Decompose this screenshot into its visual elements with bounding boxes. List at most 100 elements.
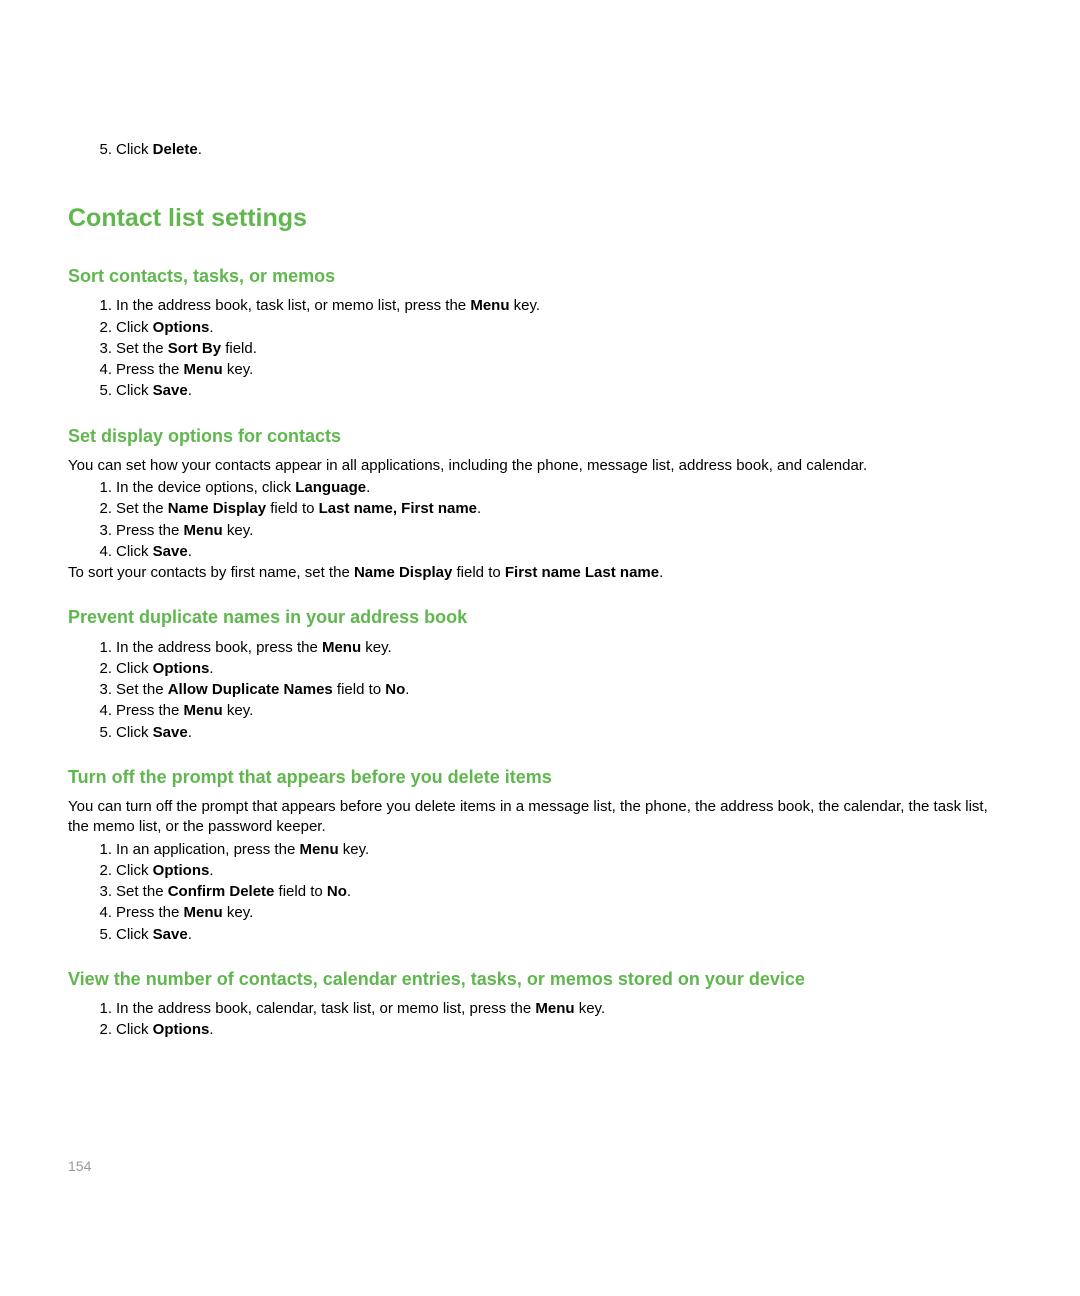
section-intro: You can turn off the prompt that appears…	[68, 797, 1012, 838]
text-post: key.	[223, 904, 254, 921]
text-pre: Set the	[116, 340, 168, 357]
section-heading: Prevent duplicate names in your address …	[68, 605, 1012, 629]
text-bold: Menu	[535, 1000, 574, 1017]
list-item: Set the Confirm Delete field to No.	[116, 882, 1012, 902]
text-post: key.	[223, 522, 254, 539]
list-item: Click Save.	[116, 542, 1012, 562]
text-bold: Options	[153, 862, 210, 879]
text-post: key.	[575, 1000, 606, 1017]
text-pre: In the address book, calendar, task list…	[116, 1000, 535, 1017]
text-bold: Menu	[184, 702, 223, 719]
text-post: key.	[510, 297, 541, 314]
text-bold: Menu	[184, 522, 223, 539]
text-bold: Last name, First name	[319, 500, 477, 517]
text-bold: Sort By	[168, 340, 221, 357]
text-post: .	[405, 681, 409, 698]
text-post: field.	[221, 340, 257, 357]
text-post: .	[198, 141, 202, 158]
ordered-list: In the address book, press the Menu key.…	[68, 638, 1012, 743]
text-pre: Click	[116, 862, 153, 879]
text-pre: Press the	[116, 522, 184, 539]
section-intro: You can set how your contacts appear in …	[68, 456, 1012, 476]
text-pre: Click	[116, 660, 153, 677]
list-item: Click Options.	[116, 318, 1012, 338]
text-bold: Confirm Delete	[168, 883, 275, 900]
text-pre: In an application, press the	[116, 841, 299, 858]
text-mid: field to	[274, 883, 327, 900]
page-number: 154	[68, 1157, 91, 1176]
list-item: Press the Menu key.	[116, 701, 1012, 721]
list-item: In the device options, click Language.	[116, 478, 1012, 498]
text-post: .	[659, 564, 663, 581]
text-pre: Click	[116, 543, 153, 560]
text-post: .	[477, 500, 481, 517]
section-heading: View the number of contacts, calendar en…	[68, 967, 1012, 991]
list-item: In the address book, press the Menu key.	[116, 638, 1012, 658]
list-item: Click Options.	[116, 861, 1012, 881]
text-bold: Name Display	[354, 564, 452, 581]
text-pre: Press the	[116, 702, 184, 719]
text-bold: First name Last name	[505, 564, 659, 581]
text-bold: No	[385, 681, 405, 698]
ordered-list: In the address book, task list, or memo …	[68, 296, 1012, 401]
text-bold: Options	[153, 1021, 210, 1038]
text-pre: Set the	[116, 500, 168, 517]
text-bold: Save	[153, 724, 188, 741]
text-bold: Save	[153, 382, 188, 399]
text-post: .	[209, 1021, 213, 1038]
text-post: .	[188, 724, 192, 741]
text-bold: Save	[153, 926, 188, 943]
section-heading: Turn off the prompt that appears before …	[68, 765, 1012, 789]
text-post: key.	[339, 841, 370, 858]
text-bold: Menu	[184, 361, 223, 378]
text-pre: Press the	[116, 361, 184, 378]
list-item: Click Options.	[116, 659, 1012, 679]
list-item: Set the Name Display field to Last name,…	[116, 499, 1012, 519]
text-post: .	[209, 862, 213, 879]
list-item: Set the Allow Duplicate Names field to N…	[116, 680, 1012, 700]
text-pre: Click	[116, 382, 153, 399]
text-pre: In the device options, click	[116, 479, 295, 496]
section-outro: To sort your contacts by first name, set…	[68, 563, 1012, 583]
section-heading: Sort contacts, tasks, or memos	[68, 264, 1012, 288]
text-post: .	[209, 660, 213, 677]
text-post: .	[188, 543, 192, 560]
list-item: Click Save.	[116, 723, 1012, 743]
top-continuation-list: Click Delete.	[68, 140, 1012, 160]
text-pre: In the address book, press the	[116, 639, 322, 656]
list-item: Click Delete.	[116, 140, 1012, 160]
text-bold: Options	[153, 319, 210, 336]
text-pre: Press the	[116, 904, 184, 921]
text-bold: Save	[153, 543, 188, 560]
list-item: Click Save.	[116, 381, 1012, 401]
text-post: key.	[223, 361, 254, 378]
text-pre: Click	[116, 141, 153, 158]
section-heading: Set display options for contacts	[68, 424, 1012, 448]
main-heading: Contact list settings	[68, 202, 1012, 236]
text-pre: Click	[116, 724, 153, 741]
text-post: .	[347, 883, 351, 900]
text-bold: Delete	[153, 141, 198, 158]
text-bold: Menu	[322, 639, 361, 656]
text-mid: field to	[266, 500, 319, 517]
list-item: Press the Menu key.	[116, 903, 1012, 923]
ordered-list: In the device options, click Language. S…	[68, 478, 1012, 562]
text-post: .	[188, 382, 192, 399]
list-item: In an application, press the Menu key.	[116, 840, 1012, 860]
text-bold: Allow Duplicate Names	[168, 681, 333, 698]
text-pre: Click	[116, 926, 153, 943]
list-item: Click Options.	[116, 1020, 1012, 1040]
text-pre: Set the	[116, 883, 168, 900]
text-post: .	[366, 479, 370, 496]
ordered-list: In the address book, calendar, task list…	[68, 999, 1012, 1041]
list-item: Press the Menu key.	[116, 521, 1012, 541]
text-post: .	[188, 926, 192, 943]
text-post: key.	[223, 702, 254, 719]
text-bold: Options	[153, 660, 210, 677]
text-bold: Menu	[470, 297, 509, 314]
text-pre: Set the	[116, 681, 168, 698]
list-item: In the address book, calendar, task list…	[116, 999, 1012, 1019]
ordered-list: In an application, press the Menu key. C…	[68, 840, 1012, 945]
text-pre: To sort your contacts by first name, set…	[68, 564, 354, 581]
list-item: Press the Menu key.	[116, 360, 1012, 380]
